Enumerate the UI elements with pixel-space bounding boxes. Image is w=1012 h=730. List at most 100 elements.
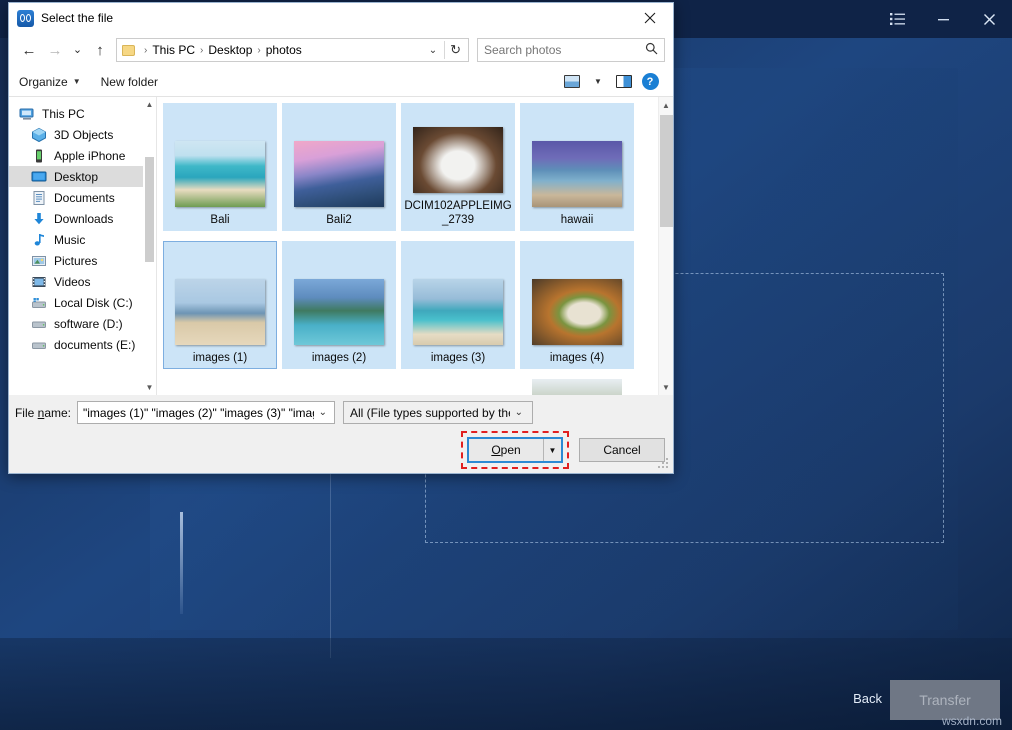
app-icon <box>17 10 34 27</box>
chevron-down-icon[interactable]: ▼ <box>659 379 673 395</box>
sidebar-scrollbar-thumb[interactable] <box>145 157 154 262</box>
select-file-dialog: Select the file ← → ⌄ ↑ › This PC › Desk… <box>8 2 674 474</box>
list-menu-icon[interactable] <box>874 0 920 38</box>
cancel-button[interactable]: Cancel <box>579 438 665 462</box>
organize-button[interactable]: Organize ▼ <box>19 75 81 89</box>
open-button[interactable]: Open <box>469 439 543 461</box>
dialog-title: Select the file <box>41 11 629 25</box>
open-split-button[interactable]: Open ▼ <box>467 437 563 463</box>
file-name: Bali2 <box>284 213 394 227</box>
music-icon <box>31 232 47 248</box>
close-icon[interactable] <box>966 0 1012 38</box>
preview-pane-icon[interactable] <box>611 71 637 93</box>
file-list-scrollbar-thumb[interactable] <box>660 115 673 227</box>
documents-icon <box>31 190 47 206</box>
view-options-icon[interactable] <box>559 71 585 93</box>
search-placeholder: Search photos <box>484 43 645 57</box>
sidebar-item-music[interactable]: Music <box>9 229 156 250</box>
file-name: images (2) <box>284 351 394 365</box>
navigation-pane: This PC 3D Objects Apple iPhone Desktop <box>9 97 157 395</box>
organize-label: Organize <box>19 75 68 89</box>
new-folder-button[interactable]: New folder <box>101 75 158 89</box>
chevron-down-icon[interactable]: ⌄ <box>314 407 332 418</box>
dialog-body: This PC 3D Objects Apple iPhone Desktop <box>9 97 673 395</box>
sidebar-item-documents-e[interactable]: documents (E:) <box>9 334 156 355</box>
breadcrumb-item-1[interactable]: Desktop <box>208 43 252 57</box>
arrow-right-icon[interactable]: → <box>43 38 67 62</box>
file-tile[interactable]: hawaii <box>520 103 634 231</box>
thumbnail-bali <box>175 141 265 207</box>
file-tile[interactable]: Bali <box>163 103 277 231</box>
filetype-select[interactable]: All (File types supported by the ⌄ <box>343 401 533 424</box>
address-bar[interactable]: › This PC › Desktop › photos ⌄ ↻ <box>116 38 469 62</box>
drive-icon <box>31 316 47 332</box>
sidebar-item-label: This PC <box>42 107 85 121</box>
file-name: images (4) <box>522 351 632 365</box>
open-button-highlight: Open ▼ <box>461 431 569 469</box>
thumbnail-images-3 <box>413 279 503 345</box>
thumbnail-partial <box>294 379 384 395</box>
sidebar-item-software-d[interactable]: software (D:) <box>9 313 156 334</box>
refresh-icon[interactable]: ↻ <box>447 42 464 58</box>
sidebar-item-desktop[interactable]: Desktop <box>9 166 156 187</box>
sidebar-item-documents[interactable]: Documents <box>9 187 156 208</box>
sidebar-item-this-pc[interactable]: This PC <box>9 103 156 124</box>
chevron-up-icon[interactable]: ▲ <box>659 97 673 113</box>
sidebar-item-apple-iphone[interactable]: Apple iPhone <box>9 145 156 166</box>
sidebar-item-videos[interactable]: Videos <box>9 271 156 292</box>
sidebar-item-downloads[interactable]: Downloads <box>9 208 156 229</box>
caret-down-icon: ▼ <box>73 77 81 86</box>
sidebar-item-label: Videos <box>54 275 90 289</box>
close-icon[interactable] <box>629 4 671 33</box>
file-tile[interactable]: images (2) <box>282 241 396 369</box>
search-input[interactable]: Search photos <box>477 38 665 62</box>
arrow-left-icon[interactable]: ← <box>17 38 41 62</box>
file-name: hawaii <box>522 213 632 227</box>
file-tile[interactable]: images (1) <box>163 241 277 369</box>
file-list-scrollbar[interactable]: ▲ ▼ <box>658 97 673 395</box>
back-button[interactable]: Back <box>853 691 882 706</box>
chevron-down-icon[interactable]: ⌄ <box>69 38 86 62</box>
sidebar-item-label: Desktop <box>54 170 98 184</box>
file-tile[interactable]: DCIM102APPLEIMG_2739 <box>401 103 515 231</box>
breadcrumb-item-2[interactable]: photos <box>266 43 302 57</box>
panel-scrollbar[interactable] <box>180 512 183 614</box>
sidebar-item-label: documents (E:) <box>54 338 135 352</box>
file-tile[interactable] <box>282 379 396 395</box>
filename-input[interactable]: "images (1)" "images (2)" "images (3)" "… <box>77 401 335 424</box>
drive-icon <box>31 337 47 353</box>
filename-value: "images (1)" "images (2)" "images (3)" "… <box>83 406 314 420</box>
watermark: wsxdn.com <box>942 714 1002 728</box>
phone-icon <box>31 148 47 164</box>
sidebar-item-3d-objects[interactable]: 3D Objects <box>9 124 156 145</box>
pictures-icon <box>31 253 47 269</box>
breadcrumb-item-0[interactable]: This PC <box>152 43 195 57</box>
chevron-down-icon[interactable]: ▼ <box>146 383 154 392</box>
chevron-up-icon[interactable]: ▲ <box>146 100 154 109</box>
minimize-icon[interactable] <box>920 0 966 38</box>
help-icon[interactable]: ? <box>637 71 663 93</box>
chevron-down-icon[interactable]: ⌄ <box>510 407 528 418</box>
sidebar-item-label: software (D:) <box>54 317 123 331</box>
caret-down-icon[interactable]: ▼ <box>585 71 611 93</box>
sidebar-item-label: Apple iPhone <box>54 149 125 163</box>
caret-down-icon[interactable]: ▼ <box>543 439 561 461</box>
breadcrumb-sep: › <box>200 45 203 56</box>
file-tile[interactable] <box>163 379 277 395</box>
resize-grip-icon[interactable] <box>658 458 670 470</box>
dialog-bottom-bar: File name: "images (1)" "images (2)" "im… <box>9 395 673 473</box>
file-tile[interactable]: Bali2 <box>282 103 396 231</box>
sidebar-item-local-disk-c[interactable]: Local Disk (C:) <box>9 292 156 313</box>
file-tile[interactable]: images (4) <box>520 241 634 369</box>
sidebar-item-pictures[interactable]: Pictures <box>9 250 156 271</box>
dialog-navigation-bar: ← → ⌄ ↑ › This PC › Desktop › photos ⌄ ↻… <box>9 33 673 67</box>
file-tile[interactable] <box>520 379 634 395</box>
file-tile[interactable] <box>401 379 515 395</box>
arrow-up-icon[interactable]: ↑ <box>88 38 112 62</box>
file-tile[interactable]: images (3) <box>401 241 515 369</box>
chevron-down-icon[interactable]: ⌄ <box>424 45 442 56</box>
thumbnail-partial <box>175 379 265 395</box>
file-list-pane: Bali Bali2 DCIM102APPLEIMG_2739 hawaii i <box>157 97 673 395</box>
sidebar-item-label: Local Disk (C:) <box>54 296 133 310</box>
local-disk-icon <box>31 295 47 311</box>
